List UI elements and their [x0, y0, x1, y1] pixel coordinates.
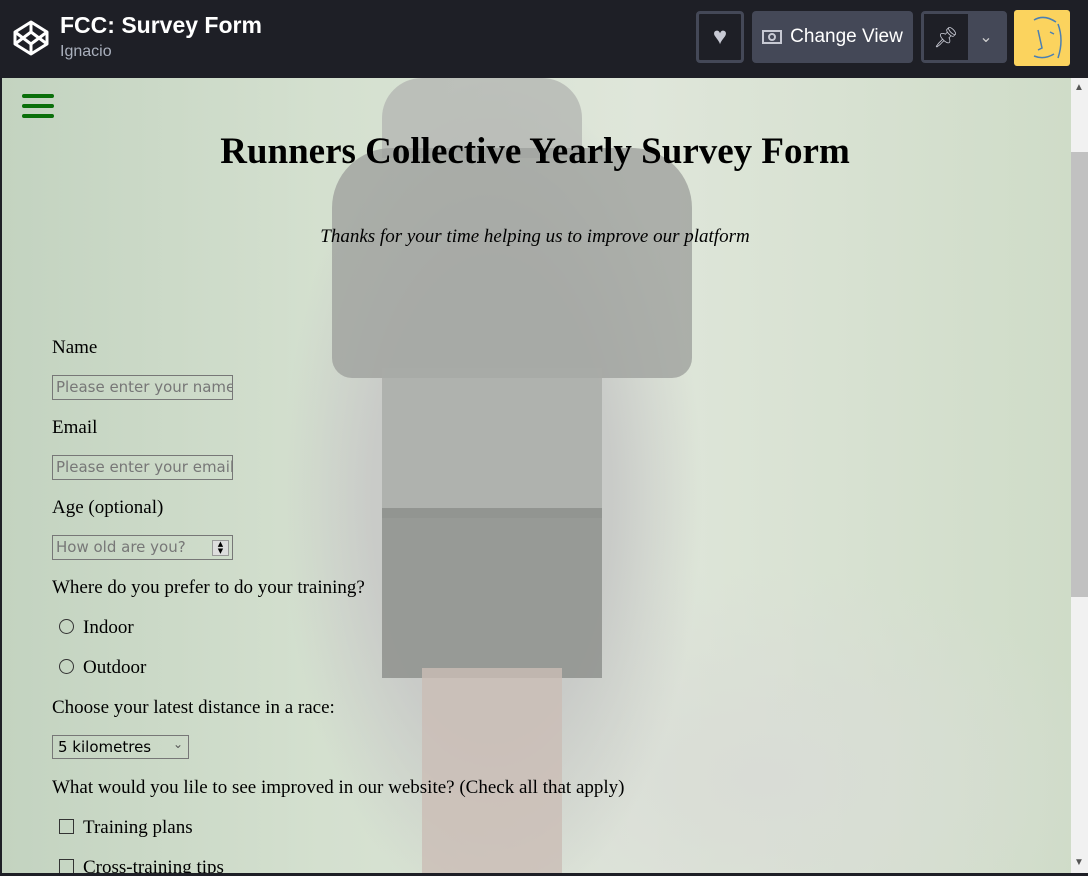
email-label: Email	[52, 417, 98, 438]
training-label: Where do you prefer to do your training?	[52, 577, 365, 598]
heart-icon: ♥	[712, 23, 728, 50]
scroll-down-icon[interactable]: ▼	[1074, 857, 1084, 868]
training-plans-label[interactable]: Training plans	[83, 817, 193, 839]
survey-description: Thanks for your time helping us to impro…	[320, 226, 750, 247]
survey-title: Runners Collective Yearly Survey Form	[220, 131, 850, 172]
preview-frame: Runners Collective Yearly Survey Form Th…	[2, 78, 1071, 873]
change-view-button[interactable]: Change View	[752, 11, 913, 63]
pin-icon: 📌︎	[933, 26, 959, 49]
age-input[interactable]: How old are you? ▲ ▼	[52, 535, 233, 560]
improve-label: What would you lile to see improved in o…	[52, 777, 625, 798]
eye-icon	[762, 30, 783, 44]
codepen-logo-icon[interactable]	[12, 19, 50, 57]
indoor-label[interactable]: Indoor	[83, 617, 134, 639]
like-button[interactable]: ♥	[696, 11, 744, 63]
pen-title: FCC: Survey Form	[60, 12, 262, 38]
distance-label: Choose your latest distance in a race:	[52, 697, 335, 718]
pin-button[interactable]: 📌︎ ⌄	[921, 11, 1007, 63]
scrollbar-thumb[interactable]	[1071, 152, 1088, 597]
chevron-down-icon[interactable]: ⌄	[968, 27, 1004, 47]
distance-selected: 5 kilometres	[58, 738, 152, 756]
distance-select[interactable]: 5 kilometres ⌄	[52, 735, 189, 759]
outdoor-label[interactable]: Outdoor	[83, 657, 146, 679]
age-placeholder: How old are you?	[56, 538, 186, 556]
pen-author[interactable]: Ignacio	[60, 43, 112, 61]
codepen-topbar: FCC: Survey Form Ignacio ♥ Change View 📌…	[0, 0, 1088, 78]
age-label: Age (optional)	[52, 497, 164, 518]
email-input[interactable]: Please enter your email	[52, 455, 233, 480]
checkbox-training-plans[interactable]	[59, 819, 74, 834]
name-input[interactable]: Please enter your name	[52, 375, 233, 400]
name-label: Name	[52, 337, 98, 358]
checkbox-cross-training[interactable]	[59, 859, 74, 873]
change-view-label: Change View	[790, 26, 903, 47]
cross-training-label[interactable]: Cross-training tips	[83, 857, 224, 873]
hamburger-menu-icon[interactable]	[22, 94, 54, 124]
avatar[interactable]	[1014, 10, 1070, 66]
radio-outdoor[interactable]	[59, 659, 74, 674]
chevron-down-icon: ⌄	[172, 737, 183, 751]
scroll-up-icon[interactable]: ▲	[1074, 82, 1084, 93]
number-spinner[interactable]: ▲ ▼	[212, 540, 229, 556]
radio-indoor[interactable]	[59, 619, 74, 634]
